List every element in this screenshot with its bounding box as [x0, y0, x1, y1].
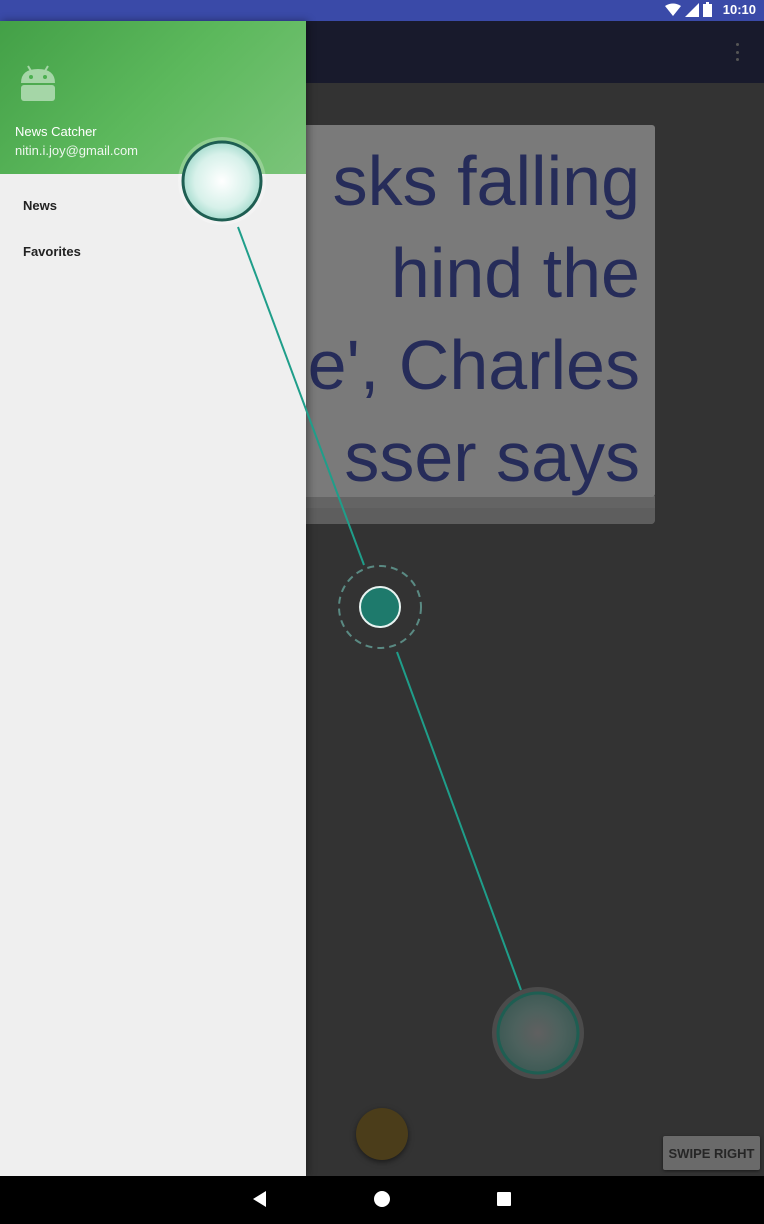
- status-icons: [665, 2, 712, 17]
- home-icon[interactable]: [374, 1191, 390, 1207]
- battery-icon: [703, 2, 712, 17]
- system-nav-bar: [0, 1176, 764, 1224]
- floating-action-button[interactable]: [356, 1108, 408, 1160]
- android-icon: [21, 65, 55, 101]
- drawer-header: News Catcher nitin.i.joy@gmail.com: [0, 21, 306, 174]
- drawer-item-favorites[interactable]: Favorites: [23, 244, 81, 259]
- status-time: 10:10: [722, 2, 756, 17]
- swipe-right-button[interactable]: SWIPE RIGHT: [663, 1136, 760, 1170]
- back-icon[interactable]: [253, 1191, 266, 1207]
- drawer-item-news[interactable]: News: [23, 198, 57, 213]
- navigation-drawer: News Catcher nitin.i.joy@gmail.com News …: [0, 21, 306, 1176]
- drawer-email: nitin.i.joy@gmail.com: [15, 143, 139, 158]
- drawer-app-name: News Catcher: [15, 124, 97, 139]
- more-vert-icon[interactable]: [734, 43, 740, 61]
- signal-icon: [685, 2, 699, 17]
- recents-icon[interactable]: [497, 1192, 511, 1206]
- wifi-icon: [665, 3, 681, 16]
- card-stack-back-2: [306, 508, 655, 524]
- status-bar: 10:10: [0, 0, 764, 21]
